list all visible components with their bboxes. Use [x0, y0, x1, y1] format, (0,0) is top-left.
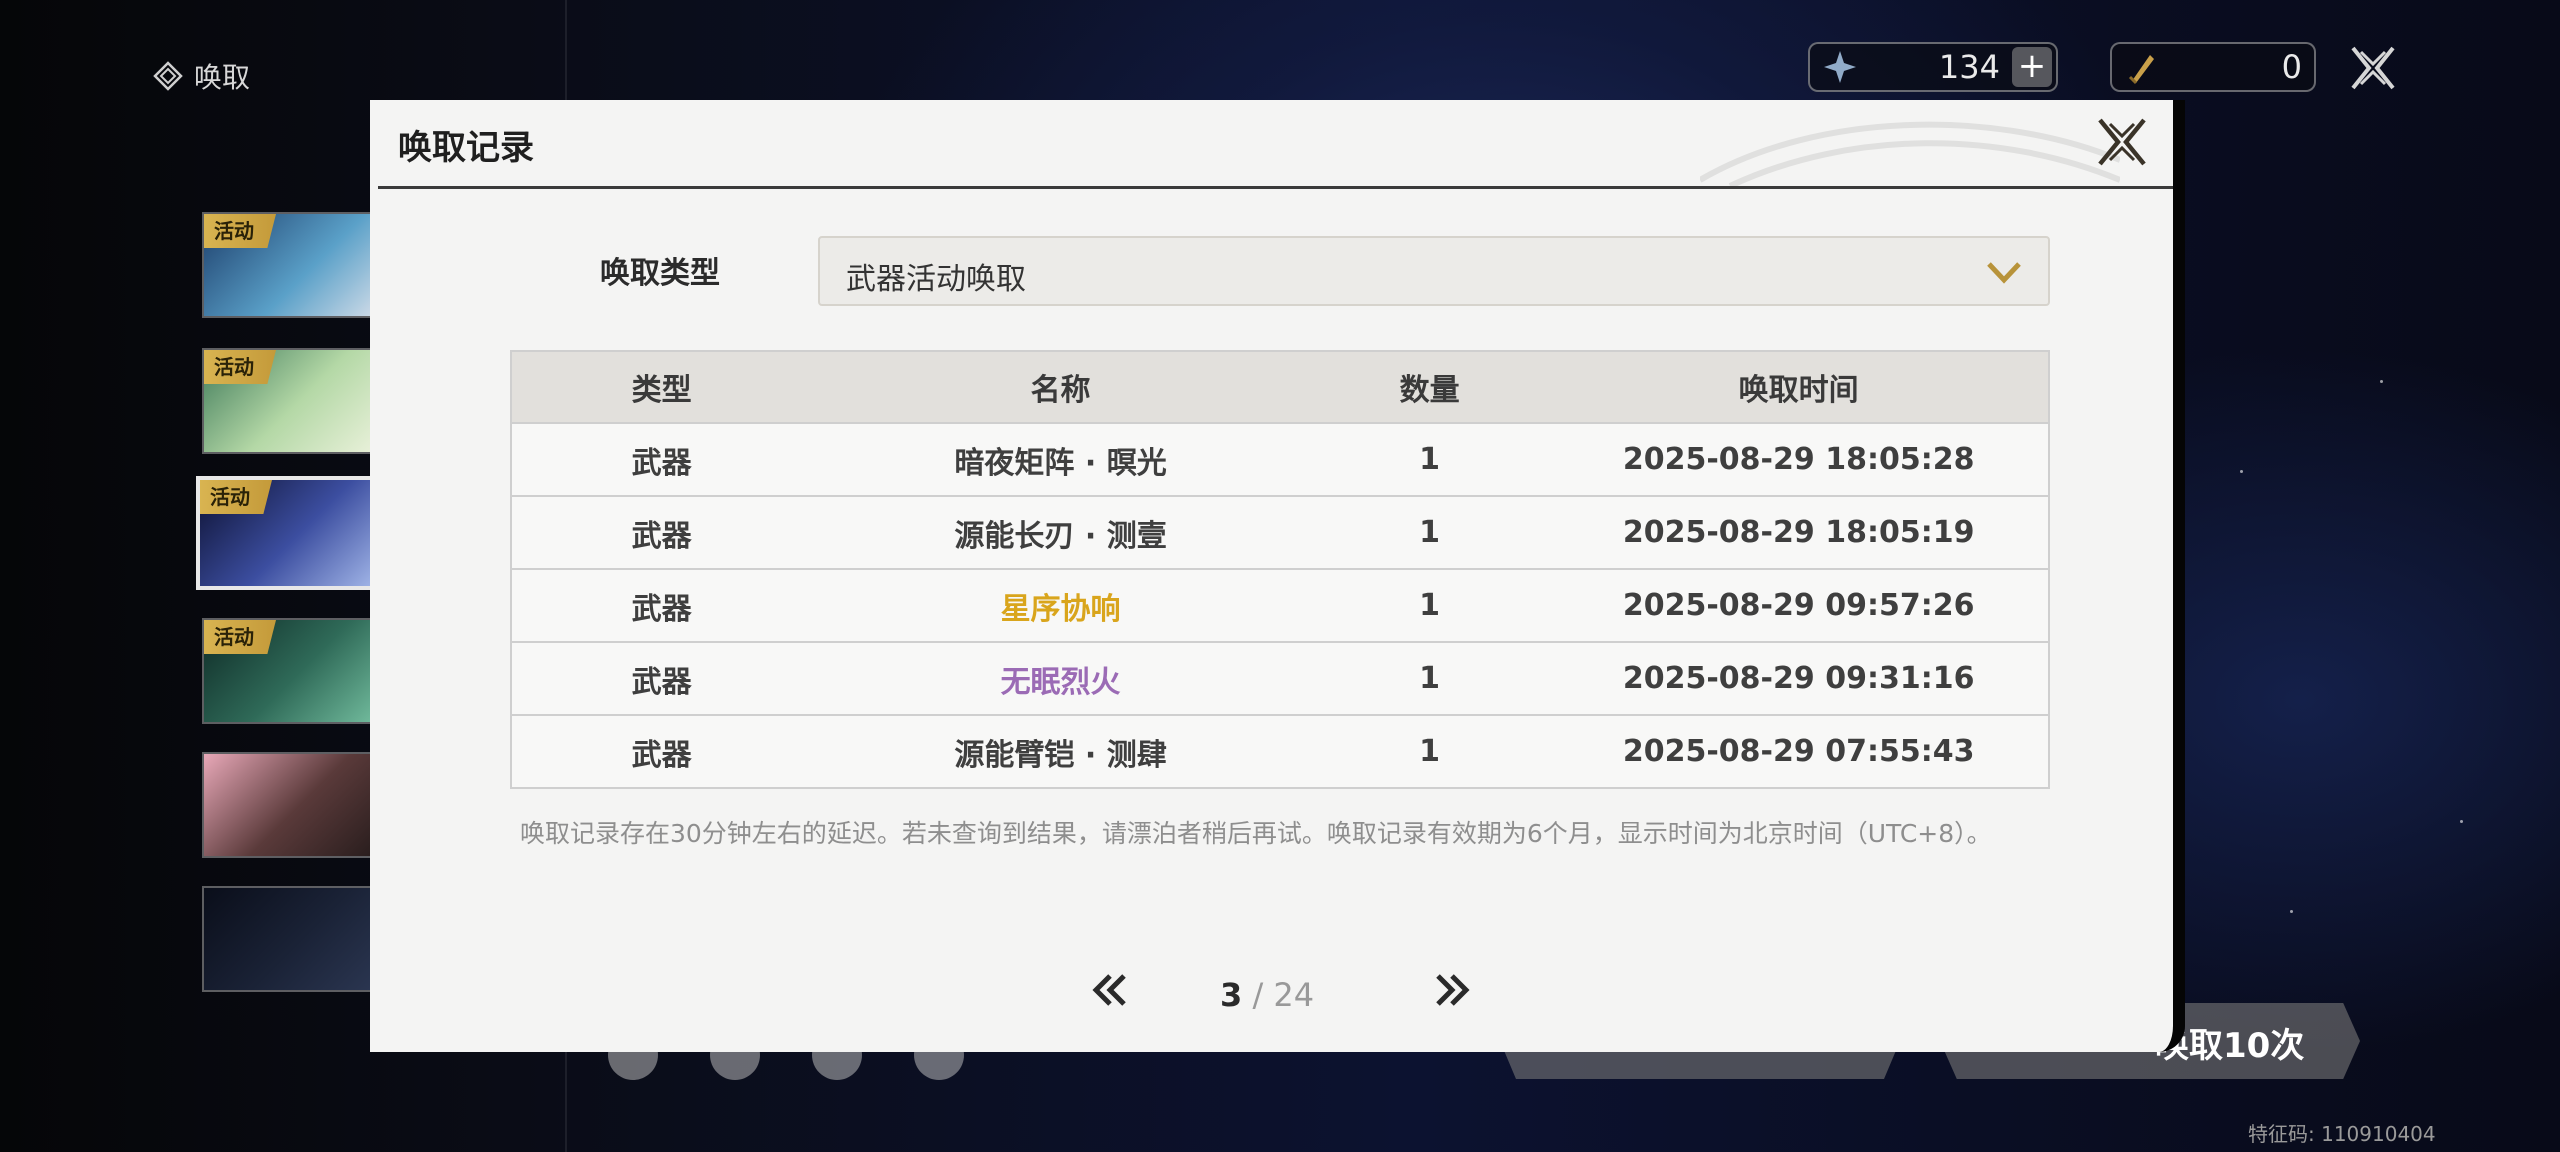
- star: [2380, 380, 2383, 383]
- screen-title-text: 唤取: [194, 61, 251, 94]
- modal-divider: [378, 186, 2173, 189]
- banner-item-selected[interactable]: 活动: [196, 476, 376, 590]
- row-quantity: 1: [1419, 661, 1441, 696]
- convene-history-modal: 唤取记录 唤取类型 武器活动唤取 类型 名称 数量 唤取时间 武器 暗夜矩阵 ·…: [370, 100, 2185, 1052]
- table-row: 武器 源能臂铠 · 测肆 1 2025-08-29 07:55:43: [512, 714, 2048, 787]
- forging-tide-icon: [2128, 55, 2154, 85]
- modal-close-icon[interactable]: [2092, 112, 2152, 172]
- event-badge: 活动: [204, 620, 276, 654]
- row-time: 2025-08-29 09:31:16: [1622, 661, 1975, 696]
- row-item-name: 源能臂铠 · 测肆: [954, 737, 1167, 773]
- astrite-icon: [1824, 51, 1856, 83]
- convene-type-label: 唤取类型: [600, 256, 720, 291]
- row-type: 武器: [631, 737, 692, 773]
- row-time: 2025-08-29 07:55:43: [1622, 734, 1975, 769]
- row-item-name: 源能长刃 · 测壹: [954, 518, 1167, 554]
- row-type: 武器: [631, 664, 692, 700]
- row-type: 武器: [631, 518, 692, 554]
- add-astrite-button[interactable]: +: [2012, 47, 2052, 87]
- banner-thumbnail: [204, 754, 370, 856]
- astrite-count: 134: [1938, 48, 2000, 86]
- convene-icon: [153, 61, 183, 91]
- banner-thumbnail: [204, 888, 370, 990]
- banner-item[interactable]: 活动: [202, 212, 372, 318]
- close-icon[interactable]: [2347, 42, 2399, 94]
- row-time: 2025-08-29 09:57:26: [1622, 588, 1975, 623]
- table-header: 类型 名称 数量 唤取时间: [512, 352, 2048, 422]
- star: [2290, 910, 2293, 913]
- page-separator: /: [1242, 976, 1274, 1014]
- total-pages: 24: [1273, 976, 1315, 1014]
- convene-type-value: 武器活动唤取: [846, 262, 1026, 297]
- column-header-name: 名称: [1030, 373, 1091, 408]
- current-page: 3: [1220, 976, 1243, 1014]
- page-indicator: 3 / 24: [1220, 976, 1314, 1014]
- event-badge: 活动: [204, 214, 276, 248]
- row-item-name: 无眠烈火: [1000, 664, 1121, 700]
- star: [2240, 470, 2243, 473]
- chevron-double-left-icon[interactable]: [1088, 970, 1132, 1010]
- header-decoration: [1700, 121, 2120, 186]
- chevron-down-icon: [1987, 262, 2021, 284]
- event-badge: 活动: [204, 350, 276, 384]
- table-row: 武器 星序协响 1 2025-08-29 09:57:26: [512, 568, 2048, 641]
- row-quantity: 1: [1419, 734, 1441, 769]
- row-item-name: 暗夜矩阵 · 暝光: [954, 445, 1167, 481]
- modal-header: 唤取记录: [370, 100, 2173, 186]
- astrite-currency: 134 +: [1808, 42, 2058, 92]
- feature-code: 特征码: 110910404: [2248, 1122, 2436, 1146]
- delay-notice: 唤取记录存在30分钟左右的延迟。若未查询到结果，请漂泊者稍后再试。唤取记录有效期…: [520, 819, 1992, 848]
- forging-tide-currency: 0: [2110, 42, 2316, 92]
- table-row: 武器 无眠烈火 1 2025-08-29 09:31:16: [512, 641, 2048, 714]
- row-time: 2025-08-29 18:05:28: [1622, 442, 1975, 477]
- row-type: 武器: [631, 445, 692, 481]
- forging-tide-count: 0: [2281, 48, 2302, 86]
- table-row: 武器 源能长刃 · 测壹 1 2025-08-29 18:05:19: [512, 495, 2048, 568]
- row-time: 2025-08-29 18:05:19: [1622, 515, 1975, 550]
- row-item-name: 星序协响: [1000, 591, 1121, 627]
- convene-type-dropdown[interactable]: 武器活动唤取: [818, 236, 2050, 306]
- chevron-double-right-icon[interactable]: [1430, 970, 1474, 1010]
- banner-item[interactable]: 活动: [202, 348, 372, 454]
- column-header-quantity: 数量: [1399, 373, 1460, 408]
- banner-item[interactable]: [202, 752, 372, 858]
- history-table: 类型 名称 数量 唤取时间 武器 暗夜矩阵 · 暝光 1 2025-08-29 …: [510, 350, 2050, 789]
- star: [2460, 820, 2463, 823]
- column-header-type: 类型: [631, 373, 692, 408]
- row-quantity: 1: [1419, 515, 1441, 550]
- table-row: 武器 暗夜矩阵 · 暝光 1 2025-08-29 18:05:28: [512, 422, 2048, 495]
- row-quantity: 1: [1419, 442, 1441, 477]
- event-badge: 活动: [200, 480, 272, 514]
- screen-title: 唤取: [152, 56, 250, 96]
- row-type: 武器: [631, 591, 692, 627]
- row-quantity: 1: [1419, 588, 1441, 623]
- modal-title: 唤取记录: [398, 128, 534, 168]
- banner-item[interactable]: 活动: [202, 618, 372, 724]
- column-header-time: 唤取时间: [1738, 373, 1859, 408]
- banner-item[interactable]: [202, 886, 372, 992]
